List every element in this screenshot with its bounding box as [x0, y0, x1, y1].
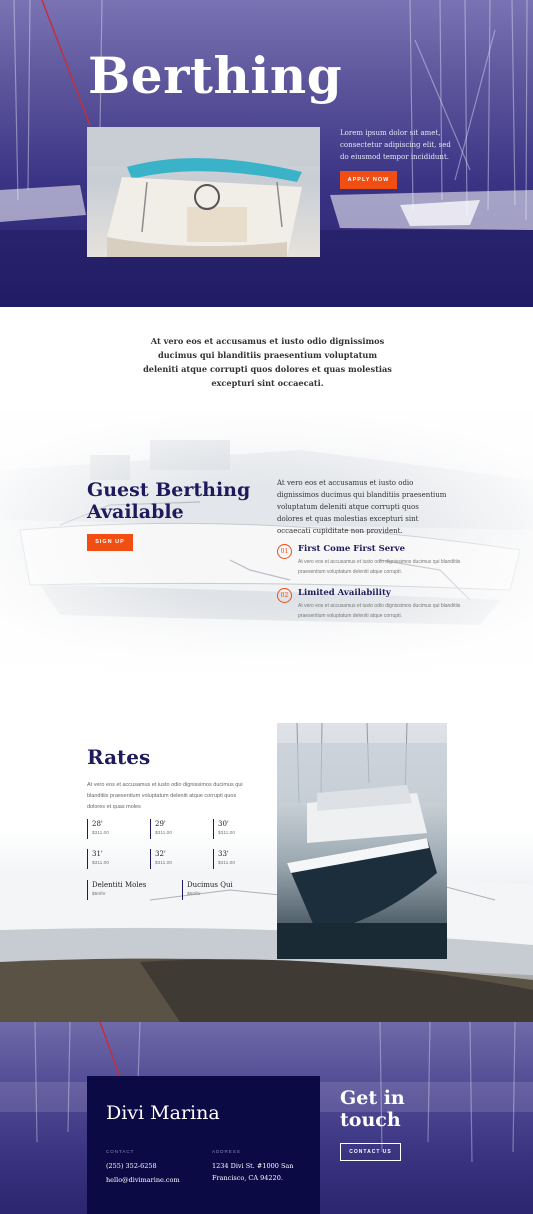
rate-size: 31' — [92, 850, 103, 858]
rate-price: $311.00 — [92, 831, 109, 836]
rate-item: Ducimus Qui $50/hr — [182, 880, 267, 900]
rate-size: 28' — [92, 820, 103, 828]
feature-description: At vero eos et accusamus et iusto odio d… — [298, 603, 461, 619]
rate-price: $311.00 — [155, 861, 172, 866]
section-fade-overlay — [0, 410, 533, 680]
rate-size: 32' — [155, 850, 166, 858]
feature-number-badge: 01 — [277, 544, 292, 559]
rates-description: At vero eos et accusamus et iusto odio d… — [87, 782, 243, 810]
rate-size: 33' — [218, 850, 229, 858]
brand-name: Divi Marina — [106, 1102, 220, 1124]
rate-price: $311.00 — [218, 861, 235, 866]
contact-us-button[interactable]: CONTACT US — [340, 1143, 401, 1161]
page-title: Berthing — [88, 46, 343, 105]
guest-berthing-section — [0, 410, 533, 680]
rate-item: 33' $311.00 — [213, 849, 263, 869]
feature-number-badge: 02 — [277, 588, 292, 603]
address-label: ADDRESS — [212, 1149, 241, 1154]
hero-description: Lorem ipsum dolor sit amet, consectetur … — [340, 129, 451, 161]
email-link[interactable]: hello@divimarine.com — [106, 1174, 180, 1187]
rate-item: Delentiti Moles $50/hr — [87, 880, 172, 900]
feature-title: First Come First Serve — [298, 544, 405, 554]
rate-item: 28' $311.00 — [87, 819, 137, 839]
contact-card — [87, 1076, 320, 1214]
sign-up-button[interactable]: SIGN UP — [87, 534, 133, 551]
address-line-2: Francisco, CA 94220. — [212, 1174, 283, 1182]
rate-item: 32' $311.00 — [150, 849, 200, 869]
rate-price: $311.00 — [218, 831, 235, 836]
hero-section: Berthing Lorem ipsum dolor sit amet, con… — [0, 0, 533, 307]
rate-item: 31' $311.00 — [87, 849, 137, 869]
intro-text: At vero eos et accusamus et iusto odio d… — [143, 336, 392, 388]
feature-description: At vero eos et accusamus et iusto odio d… — [298, 559, 461, 575]
guest-berthing-description: At vero eos et accusamus et iusto odio d… — [277, 479, 447, 535]
apply-now-button[interactable]: APPLY NOW — [340, 171, 397, 189]
rate-price: $311.00 — [155, 831, 172, 836]
rate-price: $50/hr — [187, 892, 201, 897]
rate-item: 29' $311.00 — [150, 819, 200, 839]
rate-size: Ducimus Qui — [187, 881, 233, 889]
rates-title: Rates — [87, 745, 151, 769]
rate-price: $311.00 — [92, 861, 109, 866]
rate-size: 29' — [155, 820, 166, 828]
rate-item: 30' $311.00 — [213, 819, 263, 839]
phone-number[interactable]: (255) 352-6258 — [106, 1160, 157, 1173]
contact-label: CONTACT — [106, 1149, 135, 1154]
rate-size: Delentiti Moles — [92, 881, 147, 889]
speedboat-photo — [87, 127, 320, 257]
rates-section — [0, 700, 533, 1022]
boat-hull-background-image — [0, 871, 533, 1022]
motor-yacht-photo — [277, 723, 447, 959]
rate-price: $50/hr — [92, 892, 106, 897]
rate-size: 30' — [218, 820, 229, 828]
feature-title: Limited Availability — [298, 588, 391, 598]
get-in-touch-title: Get in touch — [340, 1087, 405, 1131]
guest-berthing-title: Guest Berthing Available — [87, 479, 251, 523]
